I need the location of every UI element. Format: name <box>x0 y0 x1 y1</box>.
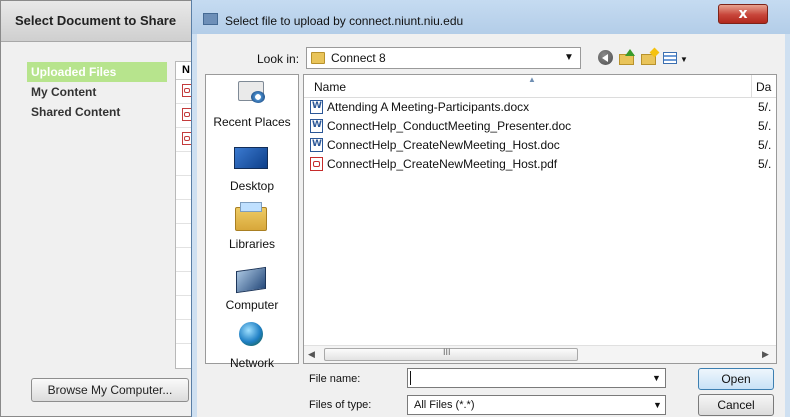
files-of-type-dropdown[interactable]: All Files (*.*) ▼ <box>407 395 666 415</box>
back-icon[interactable] <box>596 49 616 67</box>
file-upload-dialog: Select file to upload by connect.niunt.n… <box>191 0 790 417</box>
file-name-input[interactable] <box>407 368 666 388</box>
nav-item-shared-content[interactable]: Shared Content <box>27 102 167 122</box>
close-icon: x <box>738 6 748 22</box>
look-in-label: Look in: <box>257 52 300 66</box>
file-date: 5/. <box>758 119 772 133</box>
files-of-type-label: Files of type: <box>309 399 372 411</box>
panel-title: Select Document to Share <box>15 13 177 28</box>
file-list: Name ▲ Da Attending A Meeting-Participan… <box>303 74 777 364</box>
file-name: ConnectHelp_ConductMeeting_Presenter.doc <box>327 119 572 133</box>
pdf-file-icon <box>310 157 323 171</box>
close-button[interactable]: x <box>718 4 768 24</box>
dialog-body: Look in: Connect 8 ▼ ▼ Recent Places Des… <box>197 34 785 417</box>
network-icon <box>239 322 263 346</box>
look-in-dropdown[interactable]: Connect 8 ▼ <box>306 47 581 69</box>
place-label: Recent Places <box>213 115 291 129</box>
dialog-titlebar[interactable]: Select file to upload by connect.niunt.n… <box>192 0 790 34</box>
folder-icon <box>311 52 325 64</box>
file-row[interactable]: ConnectHelp_CreateNewMeeting_Host.doc 5/… <box>306 136 776 154</box>
open-button[interactable]: Open <box>698 368 774 390</box>
file-date: 5/. <box>758 157 772 171</box>
chevron-down-icon[interactable]: ▼ <box>653 400 662 410</box>
file-row[interactable]: ConnectHelp_CreateNewMeeting_Host.pdf 5/… <box>306 155 776 173</box>
scroll-left-icon[interactable]: ◀ <box>308 349 315 360</box>
panel-titlebar: Select Document to Share <box>1 1 211 42</box>
chevron-down-icon[interactable]: ▼ <box>564 52 574 63</box>
up-one-level-icon[interactable] <box>617 49 637 67</box>
file-date: 5/. <box>758 138 772 152</box>
place-network[interactable]: Network <box>206 315 298 370</box>
browse-my-computer-button[interactable]: Browse My Computer... <box>31 378 189 402</box>
place-label: Computer <box>225 298 279 312</box>
libraries-icon <box>235 202 267 231</box>
column-divider[interactable] <box>751 75 752 97</box>
column-header-date[interactable]: Da <box>756 80 771 94</box>
recent-places-icon <box>238 81 265 103</box>
place-libraries[interactable]: Libraries <box>206 195 298 255</box>
dialog-app-icon <box>203 13 218 25</box>
list-header: Name ▲ Da <box>304 75 776 98</box>
word-document-icon <box>310 119 323 133</box>
file-name-label: File name: <box>309 373 361 385</box>
look-in-value: Connect 8 <box>331 51 386 65</box>
files-of-type-value: All Files (*.*) <box>414 399 475 411</box>
nav-item-uploaded-files[interactable]: Uploaded Files <box>27 62 167 82</box>
sort-ascending-icon: ▲ <box>528 75 536 84</box>
dialog-title: Select file to upload by connect.niunt.n… <box>225 14 464 28</box>
horizontal-scrollbar[interactable]: ◀ III ▶ <box>304 345 776 363</box>
place-label: Libraries <box>228 237 276 251</box>
scroll-right-icon[interactable]: ▶ <box>762 349 769 360</box>
views-menu-icon[interactable]: ▼ <box>661 49 691 67</box>
place-label: Network <box>229 356 274 370</box>
file-name: Attending A Meeting-Participants.docx <box>327 100 530 114</box>
desktop-icon <box>234 147 268 169</box>
file-row[interactable]: Attending A Meeting-Participants.docx 5/… <box>306 98 776 116</box>
share-document-panel: Select Document to Share Uploaded Files … <box>0 0 211 417</box>
file-name: ConnectHelp_CreateNewMeeting_Host.pdf <box>327 157 558 171</box>
new-folder-icon[interactable] <box>639 47 660 67</box>
computer-icon <box>236 266 266 294</box>
scrollbar-thumb[interactable]: III <box>324 347 578 361</box>
column-header-name[interactable]: Name <box>314 80 346 94</box>
cancel-button[interactable]: Cancel <box>698 394 774 416</box>
place-desktop[interactable]: Desktop <box>206 137 298 195</box>
panel-nav: Uploaded Files My Content Shared Content <box>27 62 167 122</box>
place-recent-places[interactable]: Recent Places <box>206 75 298 137</box>
nav-item-my-content[interactable]: My Content <box>27 82 167 102</box>
file-date: 5/. <box>758 100 772 114</box>
place-computer[interactable]: Computer <box>206 255 298 315</box>
places-sidebar: Recent Places Desktop Libraries Computer… <box>205 74 299 370</box>
word-document-icon <box>310 138 323 152</box>
file-name: ConnectHelp_CreateNewMeeting_Host.doc <box>327 138 560 152</box>
word-document-icon <box>310 100 323 114</box>
place-label: Desktop <box>229 179 275 193</box>
scrollbar-grip: III <box>443 347 451 357</box>
file-row[interactable]: ConnectHelp_ConductMeeting_Presenter.doc… <box>306 117 776 135</box>
chevron-down-icon[interactable]: ▼ <box>652 373 661 383</box>
text-caret <box>410 371 411 385</box>
